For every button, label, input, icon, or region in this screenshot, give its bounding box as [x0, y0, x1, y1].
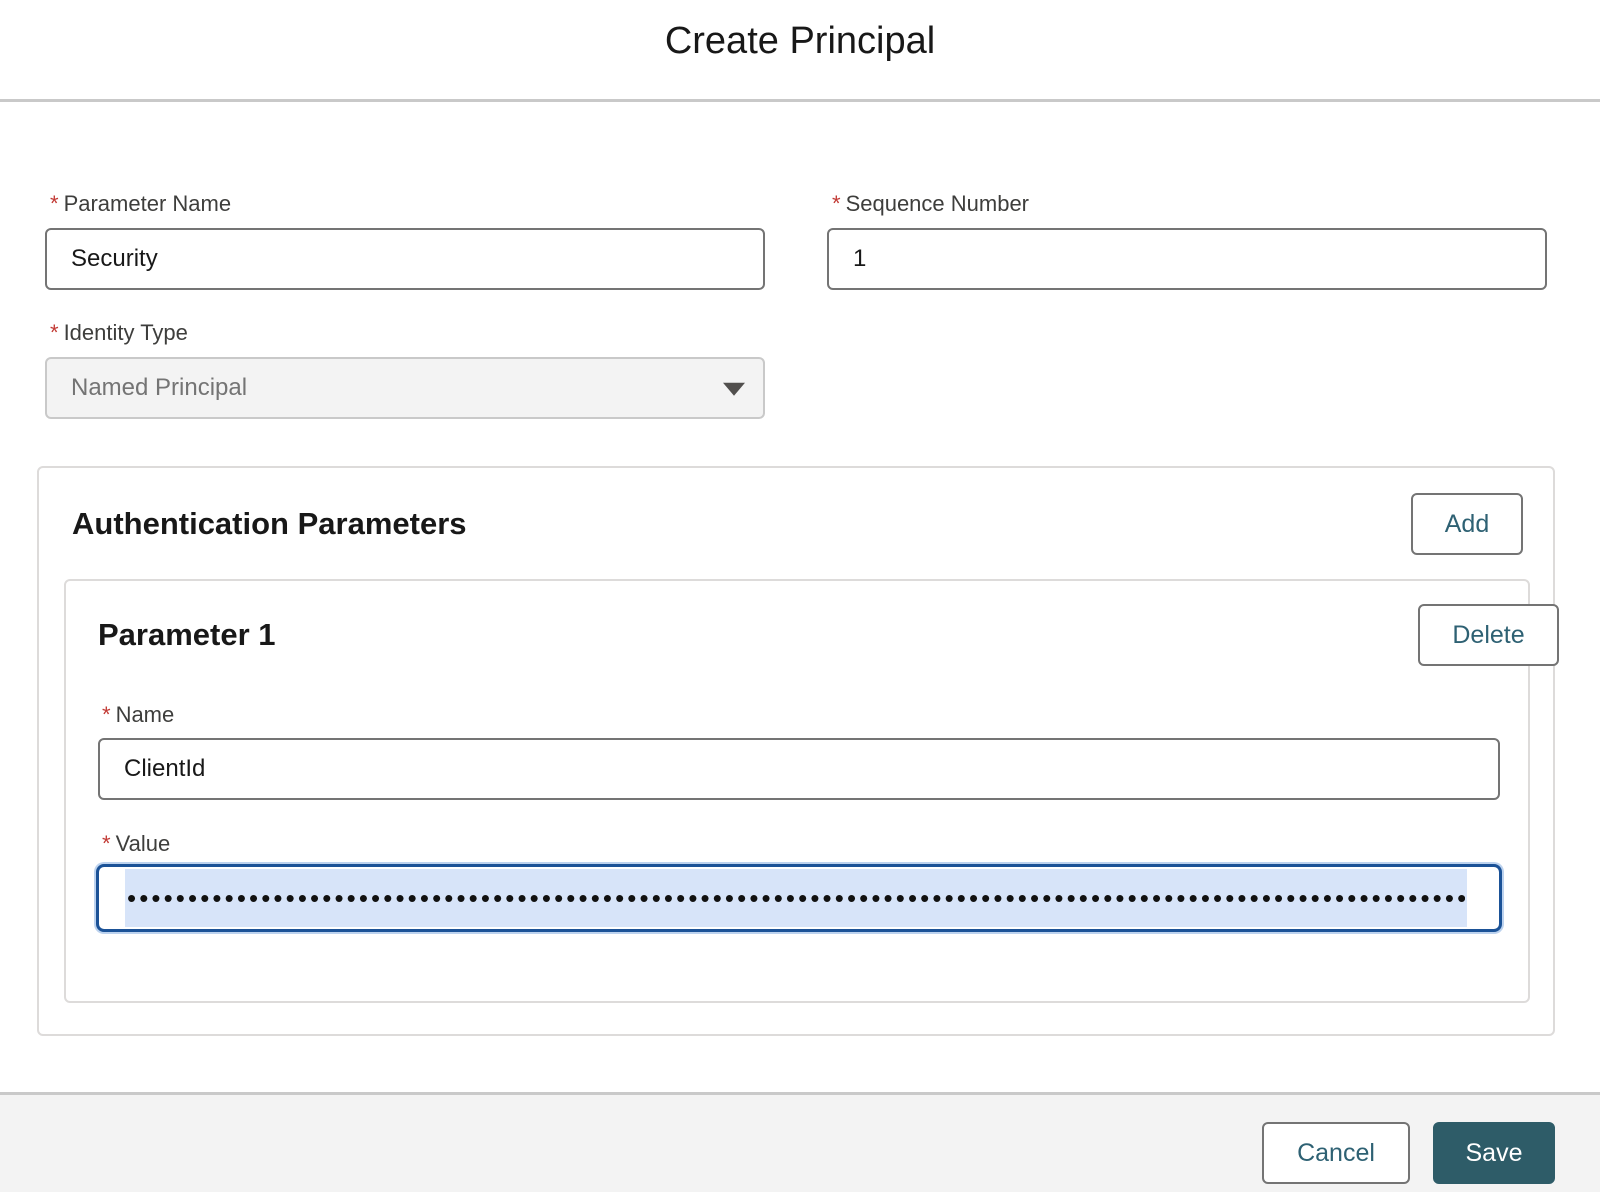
required-marker: * — [832, 191, 841, 216]
chevron-down-icon — [723, 382, 745, 396]
identity-type-label: * Identity Type — [50, 320, 188, 346]
sequence-number-input[interactable]: 1 — [827, 228, 1547, 290]
sequence-number-label: * Sequence Number — [832, 191, 1029, 217]
required-marker: * — [50, 320, 59, 345]
parameter-name-value: Security — [71, 245, 158, 272]
parameter-name-field[interactable]: ClientId — [98, 738, 1500, 800]
authentication-parameters-heading: Authentication Parameters — [72, 506, 467, 541]
parameter-name-label: * Parameter Name — [50, 191, 231, 217]
parameter-value-password-field[interactable]: ••••••••••••••••••••••••••••••••••••••••… — [96, 864, 1502, 932]
save-button[interactable]: Save — [1433, 1122, 1555, 1184]
parameter-card: Parameter 1 Delete * Name ClientId * Val… — [64, 579, 1559, 1003]
name-label: * Name — [102, 702, 174, 728]
delete-parameter-button[interactable]: Delete — [1418, 604, 1559, 666]
masked-value: ••••••••••••••••••••••••••••••••••••••••… — [127, 883, 1465, 913]
modal-footer: Cancel Save — [0, 1092, 1600, 1192]
identity-type-label-text: Identity Type — [63, 320, 188, 345]
add-parameter-button[interactable]: Add — [1411, 493, 1523, 555]
authentication-parameters-card: Authentication Parameters Add Parameter … — [37, 466, 1559, 1036]
cancel-button[interactable]: Cancel — [1262, 1122, 1410, 1184]
modal-header: Create Principal — [0, 0, 1600, 102]
sequence-number-label-text: Sequence Number — [845, 191, 1030, 216]
parameter-heading: Parameter 1 — [98, 617, 276, 652]
create-principal-modal: Create Principal * Parameter Name Securi… — [0, 0, 1600, 1192]
required-marker: * — [102, 702, 111, 727]
required-marker: * — [102, 831, 111, 856]
parameter-name-field-value: ClientId — [124, 755, 206, 782]
value-label: * Value — [102, 831, 170, 857]
value-label-text: Value — [115, 831, 171, 856]
sequence-number-value: 1 — [853, 245, 867, 272]
identity-type-combobox[interactable]: Named Principal — [45, 357, 765, 419]
parameter-name-input[interactable]: Security — [45, 228, 765, 290]
parameter-name-label-text: Parameter Name — [63, 191, 232, 216]
required-marker: * — [50, 191, 59, 216]
identity-type-value: Named Principal — [71, 374, 248, 401]
name-label-text: Name — [115, 702, 175, 727]
modal-title: Create Principal — [664, 20, 936, 62]
